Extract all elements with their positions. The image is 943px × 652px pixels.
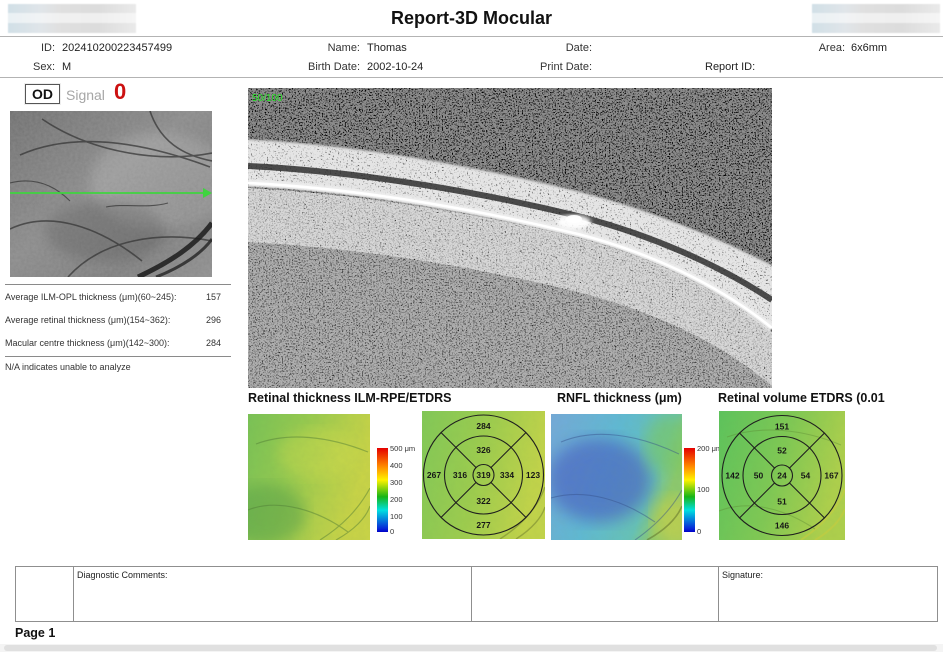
area-value: 6x6mm xyxy=(851,42,887,54)
metric-value: 296 xyxy=(206,315,221,325)
scale-tick: 0 xyxy=(390,527,394,536)
header-divider xyxy=(0,36,943,37)
sex-label: Sex: xyxy=(0,61,55,73)
metric-label: Average retinal thickness (μm)(154~362): xyxy=(5,315,170,325)
signature-label: Signature: xyxy=(722,570,763,580)
id-label: ID: xyxy=(0,42,55,54)
thickness-color-map xyxy=(248,414,370,540)
etdrs-value-center: 24 xyxy=(777,471,787,481)
comments-table: Diagnostic Comments: Signature: xyxy=(15,566,938,622)
etdrs-value-top-inner: 326 xyxy=(476,445,490,455)
etdrs-value-left-inner: 50 xyxy=(754,471,764,481)
thickness-color-scale xyxy=(377,448,388,532)
signal-value: 0 xyxy=(114,79,126,105)
signal-label: Signal xyxy=(66,87,105,103)
table-divider xyxy=(718,567,719,621)
rnfl-color-map xyxy=(551,414,682,540)
birth-date-label: Birth Date: xyxy=(240,61,360,73)
volume-etdrs-grid: 151 52 142 50 24 54 167 51 146 xyxy=(719,411,845,540)
print-date-label: Print Date: xyxy=(472,61,592,73)
etdrs-value-left-inner: 316 xyxy=(453,470,467,480)
scale-tick: 500 μm xyxy=(390,444,415,453)
page-number: Page 1 xyxy=(15,626,55,640)
date-label: Date: xyxy=(472,42,592,54)
metrics-divider-top xyxy=(5,284,231,285)
table-divider xyxy=(471,567,472,621)
eye-side-button[interactable]: OD xyxy=(25,84,60,104)
etdrs-value-left-outer: 267 xyxy=(427,470,441,480)
thickness-etdrs-grid: 284 326 267 316 319 334 123 322 277 xyxy=(422,411,545,539)
na-note: N/A indicates unable to analyze xyxy=(5,362,131,372)
metric-row: Macular centre thickness (μm)(142~300): … xyxy=(5,338,221,348)
area-label: Area: xyxy=(725,42,845,54)
scale-tick: 100 xyxy=(697,485,710,494)
volume-map-title: Retinal volume ETDRS (0.01 xyxy=(718,391,885,405)
etdrs-value-right-inner: 54 xyxy=(801,471,811,481)
metric-row: Average ILM-OPL thickness (μm)(60~245): … xyxy=(5,292,221,302)
metric-label: Macular centre thickness (μm)(142~300): xyxy=(5,338,170,348)
metric-row: Average retinal thickness (μm)(154~362):… xyxy=(5,315,221,325)
metric-label: Average ILM-OPL thickness (μm)(60~245): xyxy=(5,292,177,302)
name-value: Thomas xyxy=(367,42,407,54)
clinic-logo-right xyxy=(812,4,940,33)
diagnostic-comments-label: Diagnostic Comments: xyxy=(77,570,168,580)
etdrs-value-bottom-outer: 146 xyxy=(775,521,789,531)
metrics-divider-bottom xyxy=(5,356,231,357)
rnfl-color-scale xyxy=(684,448,695,532)
metric-value: 284 xyxy=(206,338,221,348)
report-title: Report-3D Mocular xyxy=(0,8,943,29)
etdrs-value-bottom-inner: 322 xyxy=(476,496,490,506)
scale-tick: 100 xyxy=(390,512,403,521)
id-value: 202410200223457499 xyxy=(62,42,172,54)
thickness-map-title: Retinal thickness ILM-RPE/ETDRS xyxy=(248,391,452,405)
etdrs-value-top-inner: 52 xyxy=(777,446,787,456)
scale-tick: 0 xyxy=(697,527,701,536)
scale-tick: 400 xyxy=(390,461,403,470)
etdrs-value-top-outer: 151 xyxy=(775,422,789,432)
horizontal-scrollbar[interactable] xyxy=(4,645,937,651)
table-divider xyxy=(73,567,74,621)
rnfl-map-title: RNFL thickness (μm) xyxy=(557,391,682,405)
info-divider xyxy=(0,77,943,78)
sex-value: M xyxy=(62,61,71,73)
etdrs-value-top-outer: 284 xyxy=(476,421,490,431)
etdrs-value-center: 319 xyxy=(476,470,490,480)
scale-tick: 300 xyxy=(390,478,403,487)
etdrs-value-bottom-inner: 51 xyxy=(777,497,787,507)
metric-value: 157 xyxy=(206,292,221,302)
etdrs-value-right-outer: 123 xyxy=(526,470,540,480)
scale-tick: 200 xyxy=(390,495,403,504)
birth-date-value: 2002-10-24 xyxy=(367,61,423,73)
etdrs-value-right-inner: 334 xyxy=(500,470,514,480)
oct-bscan-image: 50/100 xyxy=(248,88,772,388)
etdrs-value-right-outer: 167 xyxy=(824,471,838,481)
etdrs-value-bottom-outer: 277 xyxy=(476,520,490,530)
report-page: Report-3D Mocular ID: 202410200223457499… xyxy=(0,0,943,652)
etdrs-value-left-outer: 142 xyxy=(725,471,739,481)
report-id-label: Report ID: xyxy=(705,61,755,73)
frame-counter: 50/100 xyxy=(252,93,283,104)
name-label: Name: xyxy=(240,42,360,54)
fundus-image xyxy=(10,111,212,277)
